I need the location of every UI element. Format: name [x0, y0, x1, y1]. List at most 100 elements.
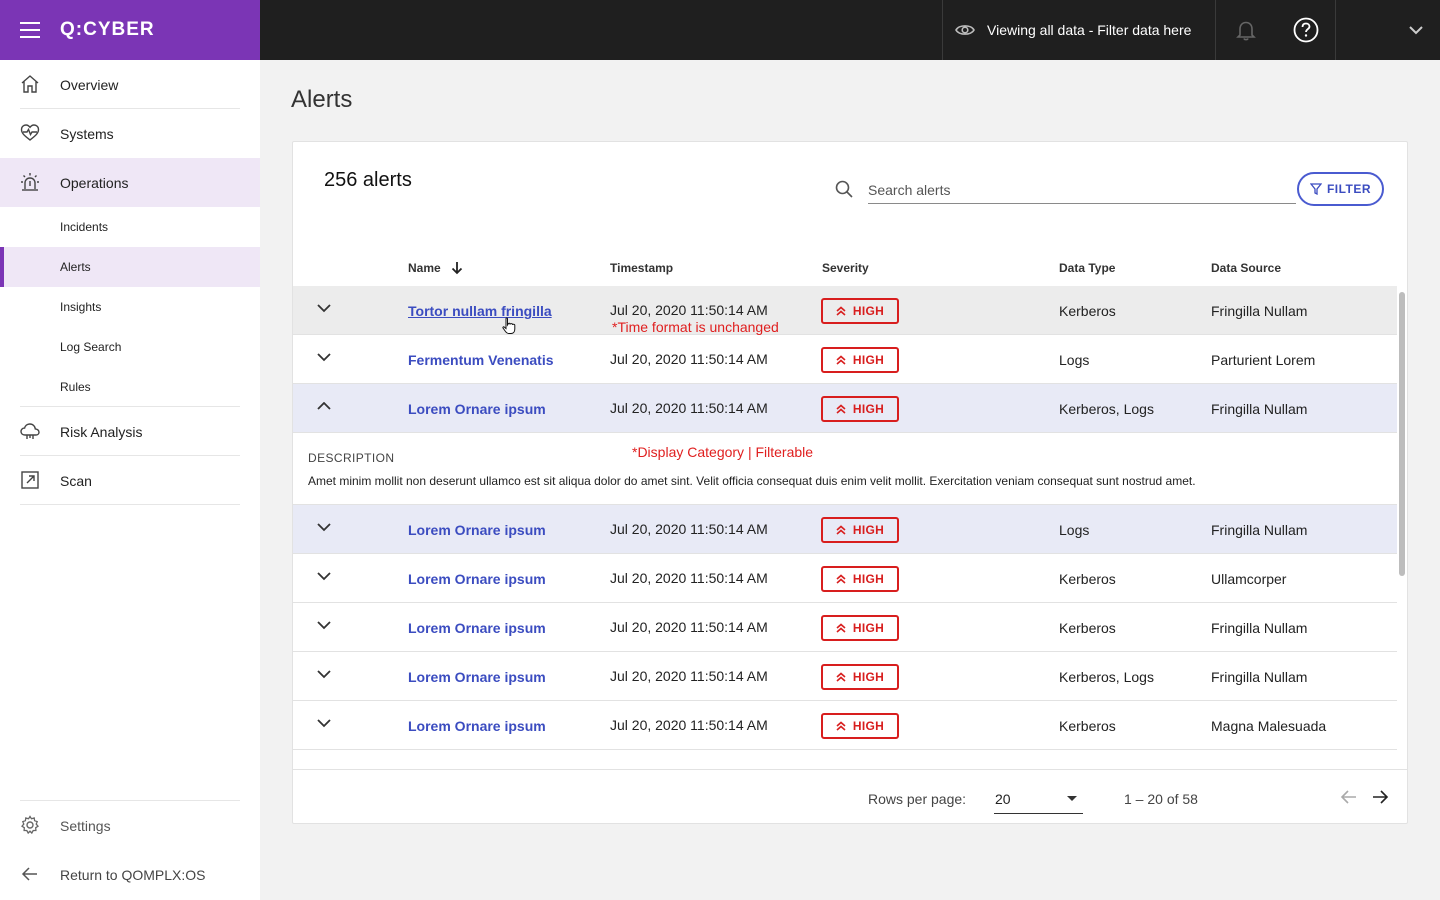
chevron-down-icon[interactable] [317, 353, 331, 362]
severity-label: HIGH [852, 402, 885, 416]
double-chevron-up-icon [836, 574, 846, 584]
settings-label: Settings [60, 817, 111, 834]
sidebar-subitem-log-search[interactable]: Log Search [0, 327, 260, 367]
chevron-up-icon[interactable] [317, 402, 331, 411]
chevron-down-icon[interactable] [317, 572, 331, 581]
alert-data-type: Logs [1059, 352, 1090, 368]
table-row[interactable]: Tortor nullam fringilla Jul 20, 2020 11:5… [293, 286, 1397, 335]
chevron-down-icon[interactable] [317, 523, 331, 532]
alert-data-type: Kerberos [1059, 571, 1116, 587]
arrow-left-icon [21, 867, 37, 881]
alert-timestamp: Jul 20, 2020 11:50:14 AM [610, 521, 768, 537]
alert-data-source: Fringilla Nullam [1211, 522, 1308, 538]
chevron-down-icon[interactable] [317, 621, 331, 630]
alert-name-link[interactable]: Tortor nullam fringilla [408, 303, 552, 319]
alert-name-link[interactable]: Fermentum Venenatis [408, 352, 554, 368]
alert-name-link[interactable]: Lorem Ornare ipsum [408, 620, 546, 636]
table-header: Name Timestamp Severity Data Type Data S… [293, 248, 1407, 286]
table-row[interactable]: Lorem Ornare ipsum Jul 20, 2020 11:50:14 … [293, 701, 1397, 750]
chevron-down-icon[interactable] [317, 719, 331, 728]
home-icon [21, 75, 39, 93]
hamburger-menu-icon[interactable] [20, 22, 40, 38]
pointer-cursor-icon [502, 317, 516, 334]
sidebar-item-risk-analysis[interactable]: Risk Analysis [0, 407, 260, 456]
help-icon [1293, 17, 1318, 43]
rows-per-page-select[interactable]: 20 [994, 784, 1083, 814]
severity-badge: HIGH [821, 664, 899, 690]
sidebar-subitem-label: Alerts [60, 260, 91, 274]
sidebar-item-label: Scan [60, 472, 92, 489]
expanded-description: DESCRIPTION Amet minim mollit non deseru… [293, 434, 1397, 505]
table-row[interactable]: Lorem Ornare ipsum Jul 20, 2020 11:50:14 … [293, 505, 1397, 554]
alert-data-type: Kerberos, Logs [1059, 669, 1154, 685]
help-button[interactable] [1276, 0, 1336, 60]
sidebar-subitem-label: Log Search [60, 340, 122, 354]
alert-name-link[interactable]: Lorem Ornare ipsum [408, 718, 546, 734]
filter-button[interactable]: FILTER [1297, 172, 1384, 206]
sidebar: Overview Systems Operations Incidents Al… [0, 60, 260, 900]
sidebar-item-operations[interactable]: Operations [0, 158, 260, 207]
column-header-name[interactable]: Name [408, 261, 441, 275]
double-chevron-up-icon [836, 623, 846, 633]
alert-data-type: Kerberos [1059, 303, 1116, 319]
column-header-data-type[interactable]: Data Type [1059, 261, 1115, 275]
sidebar-subitem-incidents[interactable]: Incidents [0, 207, 260, 247]
severity-label: HIGH [852, 621, 885, 635]
next-page-icon[interactable] [1371, 788, 1389, 806]
sidebar-subitem-rules[interactable]: Rules [0, 367, 260, 407]
data-filter-button[interactable]: Viewing all data - Filter data here [942, 0, 1216, 60]
sidebar-item-overview[interactable]: Overview [0, 60, 260, 109]
sidebar-item-systems[interactable]: Systems [0, 109, 260, 158]
brand-bar: Q:CYBER [0, 0, 260, 60]
app-logo: Q:CYBER [60, 19, 155, 40]
sidebar-item-settings[interactable]: Settings [0, 801, 260, 850]
return-label: Return to QOMPLX:OS [60, 866, 206, 883]
previous-page-icon[interactable] [1340, 788, 1358, 806]
table-scrollbar[interactable] [1399, 292, 1405, 576]
alert-name-link[interactable]: Lorem Ornare ipsum [408, 522, 546, 538]
account-menu-button[interactable] [1396, 0, 1436, 60]
external-link-icon [21, 471, 39, 489]
alert-name-link[interactable]: Lorem Ornare ipsum [408, 571, 546, 587]
description-title: DESCRIPTION [308, 451, 395, 465]
sidebar-subitem-insights[interactable]: Insights [0, 287, 260, 327]
return-to-os-link[interactable]: Return to QOMPLX:OS [0, 850, 260, 899]
description-text: Amet minim mollit non deserunt ullamco e… [308, 474, 1196, 488]
alert-data-source: Fringilla Nullam [1211, 669, 1308, 685]
alert-timestamp: Jul 20, 2020 11:50:14 AM [610, 351, 768, 367]
alert-data-source: Parturient Lorem [1211, 352, 1316, 368]
alert-name-link[interactable]: Lorem Ornare ipsum [408, 669, 546, 685]
rows-per-page-value: 20 [995, 791, 1011, 807]
alert-data-source: Fringilla Nullam [1211, 401, 1308, 417]
column-header-timestamp[interactable]: Timestamp [610, 261, 673, 275]
sort-descending-icon[interactable] [451, 261, 463, 275]
alert-name-link[interactable]: Lorem Ornare ipsum [408, 401, 546, 417]
alert-data-source: Magna Malesuada [1211, 718, 1327, 734]
double-chevron-up-icon [836, 355, 846, 365]
table-row[interactable]: Lorem Ornare ipsum Jul 20, 2020 11:50:14 … [293, 603, 1397, 652]
table-row[interactable]: Lorem Ornare ipsum Jul 20, 2020 11:50:14 … [293, 554, 1397, 603]
alert-timestamp: Jul 20, 2020 11:50:14 AM [610, 668, 768, 684]
heartbeat-icon [20, 124, 40, 141]
column-header-severity[interactable]: Severity [822, 261, 869, 275]
search-icon [835, 180, 853, 198]
chevron-down-icon [1409, 25, 1423, 34]
table-row[interactable]: Fermentum Venenatis Jul 20, 2020 11:50:14… [293, 335, 1397, 384]
sidebar-subitem-alerts[interactable]: Alerts [0, 247, 260, 287]
column-header-data-source[interactable]: Data Source [1211, 261, 1281, 275]
alert-data-source: Fringilla Nullam [1211, 303, 1308, 319]
table-row[interactable]: Lorem Ornare ipsum Jul 20, 2020 11:50:14 … [293, 384, 1397, 433]
bell-icon [1236, 21, 1256, 41]
severity-badge: HIGH [821, 517, 899, 543]
alert-timestamp: Jul 20, 2020 11:50:14 AM [610, 570, 768, 586]
alert-data-type: Kerberos [1059, 718, 1116, 734]
table-row[interactable]: Lorem Ornare ipsum Jul 20, 2020 11:50:14 … [293, 652, 1397, 701]
sidebar-item-scan[interactable]: Scan [0, 456, 260, 505]
search-input[interactable] [868, 176, 1296, 204]
chevron-down-icon[interactable] [317, 304, 331, 313]
time-annotation: *Time format is unchanged [612, 319, 779, 335]
chevron-down-icon[interactable] [317, 670, 331, 679]
alerts-card: 256 alerts FILTER Name Timestamp Severit… [292, 141, 1408, 824]
notifications-button[interactable] [1216, 0, 1276, 60]
severity-badge: HIGH [821, 347, 899, 373]
